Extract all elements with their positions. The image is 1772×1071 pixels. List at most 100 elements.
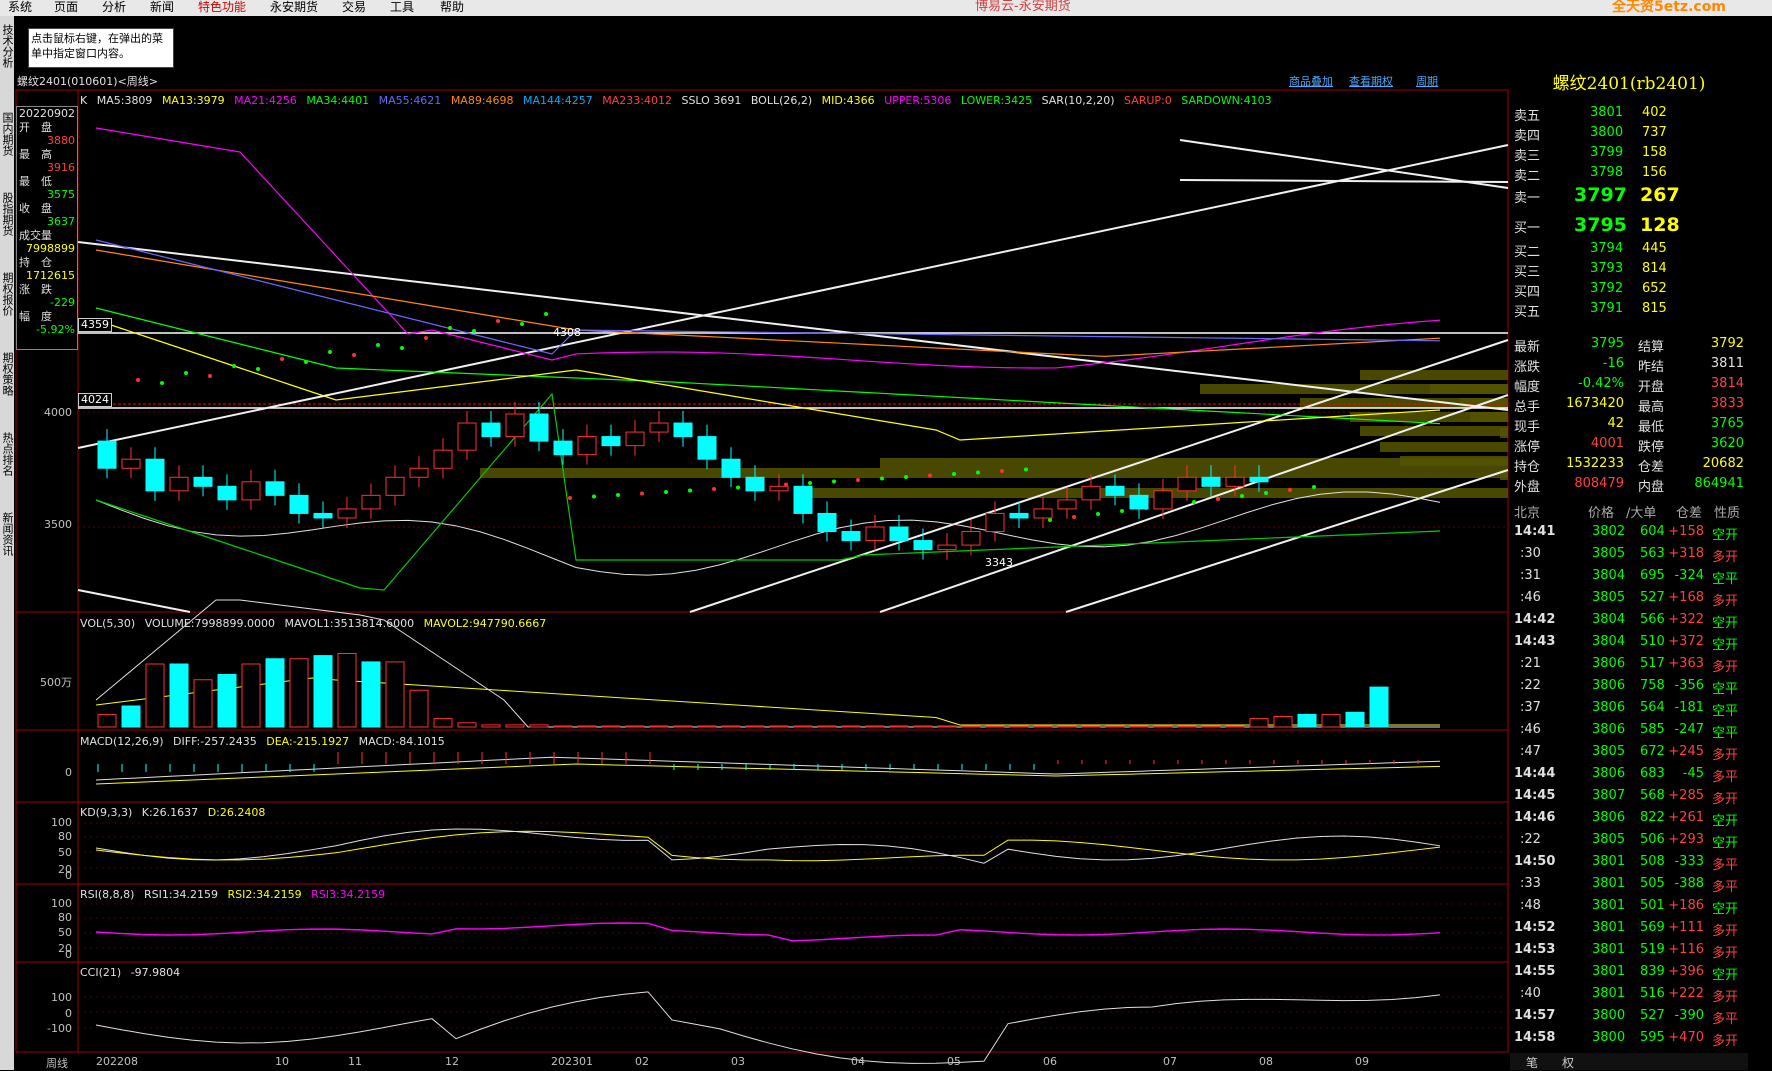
sar-dot [136,378,140,382]
legend-k: K [80,94,88,107]
cci-axis-0: 0 [65,1007,72,1020]
ask-volume: 267 [1640,184,1680,206]
tick-row: 14:44 3806 683 -45 多平 [1510,764,1748,785]
candle-body [769,485,789,492]
tick-row: :47 3805 672 +245 多开 [1510,742,1748,763]
tick-type: 多开 [1712,990,1739,1005]
volume-profile-bar [1380,442,1508,452]
volume-bar [385,661,405,728]
volume-bar [1273,716,1293,728]
sar-dot [1240,494,1244,498]
stat-value: 3811 [1710,356,1744,371]
ma89-line [95,249,1441,358]
sar-dot [400,346,404,350]
period-label[interactable]: 周线 [46,1055,68,1071]
volume-bar [745,725,765,728]
volume-bar [865,725,885,728]
stat-value: 3765 [1710,416,1744,431]
volume-bar [1297,713,1317,728]
tick-row: :48 3801 501 +186 空开 [1510,896,1748,917]
ask-row: 卖一 3797 267 [1510,184,1748,206]
volume-bar [337,653,357,728]
info-oi: 1712615 [26,269,75,282]
sar-dot [256,367,260,371]
ask-volume: 156 [1642,165,1667,180]
ask-row: 卖五 3801 402 [1510,103,1748,124]
sar-dot [1024,467,1028,472]
legend-ma21: MA21:4256 [234,94,297,107]
tick-price: 3805 [1592,744,1626,759]
tick-time: :22 [1520,832,1541,847]
stat-row: 持仓 1532233 仓差 20682 [1510,454,1748,475]
tick-time: :46 [1520,722,1541,737]
tick-volume: 527 [1640,1008,1665,1023]
tick-row: 14:53 3801 519 +116 多开 [1510,940,1748,961]
tick-volume: 527 [1640,590,1665,605]
volume-bar [1033,725,1053,728]
legend-sarup: SARUP:0 [1124,94,1172,107]
legend-ma5: MA5:3809 [96,94,153,107]
volume-bar [361,661,381,728]
volume-bar [937,725,957,728]
tab-rights[interactable]: 权 [1562,1054,1574,1071]
sar-dot [232,364,236,368]
chart-canvas[interactable] [0,0,1510,1070]
tick-oi-change: +363 [1668,656,1704,671]
tick-row: 14:55 3801 839 +396 空开 [1510,962,1748,983]
x-tick: 10 [275,1055,289,1068]
stat-label: 持仓 [1514,460,1541,475]
tick-time: 14:55 [1514,964,1556,979]
volume-bar [217,674,237,728]
candle-body [625,431,645,447]
tick-oi-change: +116 [1668,942,1704,957]
candle-body [169,476,189,492]
volume-bar [529,724,549,728]
sar-dot [592,494,596,499]
sar-dot [1264,491,1268,495]
sar-dot [664,490,668,494]
candle-body [1153,490,1173,510]
x-tick: 02 [635,1055,649,1068]
candle-body [865,526,885,542]
sar-dot [904,475,908,479]
candle-body [505,413,525,438]
tick-type: 空开 [1712,616,1739,631]
sar-dot [928,473,932,478]
info-high-label: 最 高 [19,147,52,161]
legend-ma233: MA233:4012 [602,94,672,107]
tick-price: 3801 [1592,898,1626,913]
volume-bar [649,725,669,728]
tick-type: 多平 [1712,858,1739,873]
tab-ticks[interactable]: 笔 [1526,1054,1538,1071]
info-oi-label: 持 仓 [19,255,52,269]
sar-dot [208,374,212,378]
volume-bar [457,722,477,728]
volume-bar [409,689,429,728]
stat-label: 仓差 [1638,460,1665,475]
tick-type: 空开 [1712,814,1739,829]
candle-body [193,476,213,487]
candle-body [1009,512,1029,519]
volume-bar [1081,725,1101,728]
volume-bar [601,725,621,728]
legend-ma13: MA13:3979 [161,94,225,107]
stat-value: -0.42% [1578,376,1624,391]
stat-value: 4001 [1590,436,1624,451]
ask-row: 卖二 3798 156 [1510,163,1748,184]
volume-bar [1225,725,1245,728]
stat-value: 864941 [1694,476,1744,491]
bid-label: 买四 [1514,285,1541,300]
tick-type: 多平 [1712,880,1739,895]
stat-value: 808479 [1574,476,1624,491]
info-open-label: 开 盘 [19,120,52,134]
volume-bar [961,725,981,728]
sar-dot [880,476,884,481]
sar-dot [304,360,308,364]
sar-dot [544,312,548,316]
volume-bar [1369,686,1389,728]
volume-bar [289,658,309,728]
stat-label: 昨结 [1638,360,1665,375]
sar-dot [640,491,644,496]
stat-label: 结算 [1638,340,1665,355]
bid-volume: 445 [1642,241,1667,256]
